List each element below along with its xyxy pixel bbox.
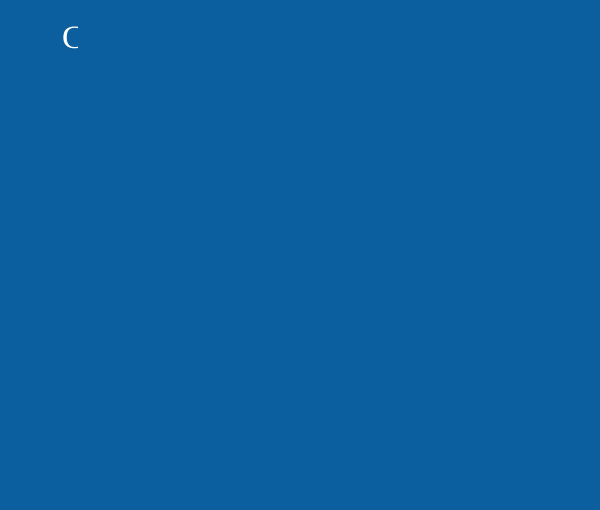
change-defaults-link[interactable]: Change defaults or choose other options <box>78 0 600 478</box>
